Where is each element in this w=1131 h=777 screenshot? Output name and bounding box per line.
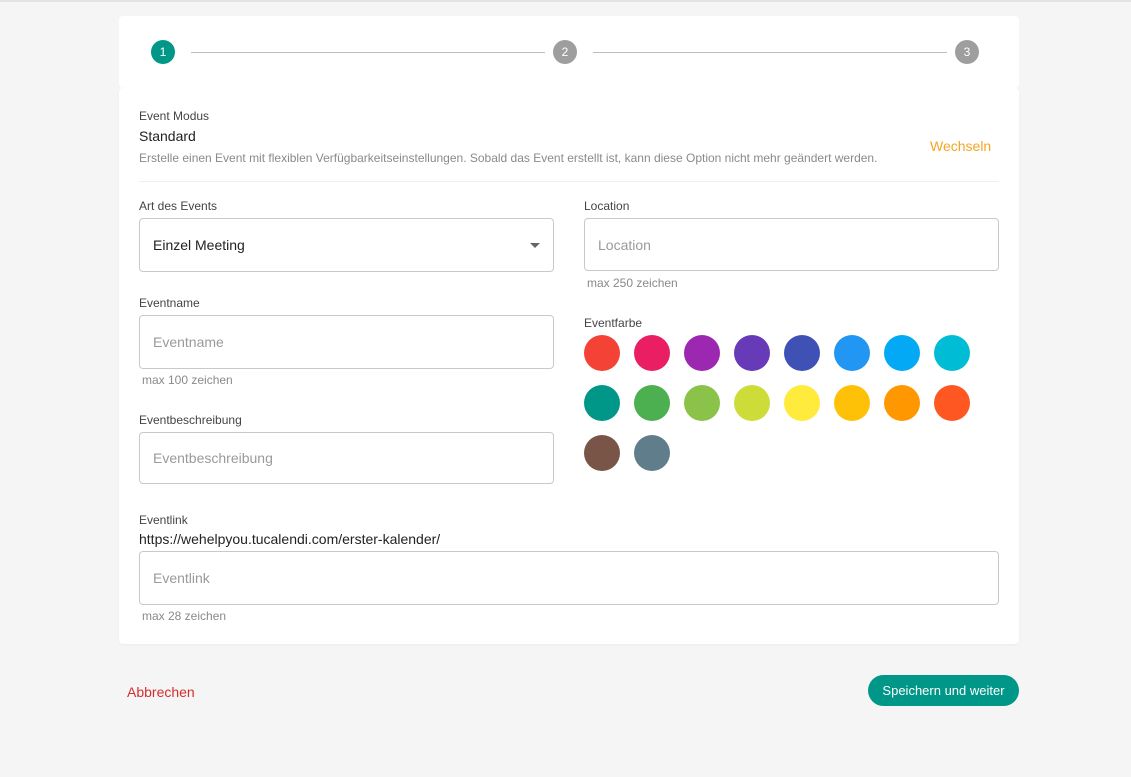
step-2[interactable]: 2 [553, 40, 577, 64]
color-swatch[interactable] [584, 435, 620, 471]
color-swatch[interactable] [734, 335, 770, 371]
event-link-hint: max 28 zeichen [142, 609, 227, 623]
event-form: Event Modus Standard Erstelle einen Even… [119, 88, 1019, 644]
color-swatch[interactable] [884, 335, 920, 371]
location-hint: max 250 zeichen [587, 276, 678, 290]
color-palette [584, 335, 984, 475]
color-swatch[interactable] [584, 335, 620, 371]
color-swatch[interactable] [784, 385, 820, 421]
event-description-input[interactable] [140, 433, 553, 483]
color-swatch[interactable] [934, 385, 970, 421]
color-swatch[interactable] [834, 385, 870, 421]
event-link-field[interactable] [139, 551, 999, 605]
event-type-label: Art des Events [139, 199, 218, 213]
event-link-base-url: https://wehelpyou.tucalendi.com/erster-k… [139, 531, 441, 547]
section-divider [139, 181, 999, 182]
color-swatch[interactable] [684, 385, 720, 421]
event-name-hint: max 100 zeichen [142, 373, 233, 387]
event-description-label: Eventbeschreibung [139, 413, 242, 427]
step-3[interactable]: 3 [955, 40, 979, 64]
color-swatch[interactable] [634, 335, 670, 371]
event-type-select[interactable]: Einzel Meeting [139, 218, 554, 272]
step-connector [191, 52, 545, 53]
color-swatch[interactable] [684, 335, 720, 371]
mode-description: Erstelle einen Event mit flexiblen Verfü… [139, 151, 878, 165]
location-label: Location [584, 199, 630, 213]
color-swatch[interactable] [634, 385, 670, 421]
caret-down-icon [530, 243, 540, 248]
event-color-label: Eventfarbe [584, 316, 643, 330]
event-type-value: Einzel Meeting [153, 237, 245, 253]
top-divider [0, 0, 1131, 2]
event-link-label: Eventlink [139, 513, 188, 527]
color-swatch[interactable] [884, 385, 920, 421]
switch-mode-link[interactable]: Wechseln [930, 138, 991, 154]
color-swatch[interactable] [784, 335, 820, 371]
event-name-field[interactable] [139, 315, 554, 369]
mode-label: Event Modus [139, 109, 210, 123]
color-swatch[interactable] [584, 385, 620, 421]
color-swatch[interactable] [834, 335, 870, 371]
color-swatch[interactable] [634, 435, 670, 471]
save-and-continue-button[interactable]: Speichern und weiter [868, 675, 1019, 706]
mode-value: Standard [139, 128, 196, 144]
stepper: 1 2 3 [119, 16, 1019, 88]
event-link-input[interactable] [140, 552, 998, 604]
step-connector [593, 52, 947, 53]
cancel-link[interactable]: Abbrechen [127, 684, 195, 700]
event-description-field[interactable] [139, 432, 554, 484]
step-1[interactable]: 1 [151, 40, 175, 64]
color-swatch[interactable] [934, 335, 970, 371]
location-input[interactable] [585, 219, 998, 270]
location-field[interactable] [584, 218, 999, 271]
color-swatch[interactable] [734, 385, 770, 421]
event-name-input[interactable] [140, 316, 553, 368]
event-name-label: Eventname [139, 296, 200, 310]
